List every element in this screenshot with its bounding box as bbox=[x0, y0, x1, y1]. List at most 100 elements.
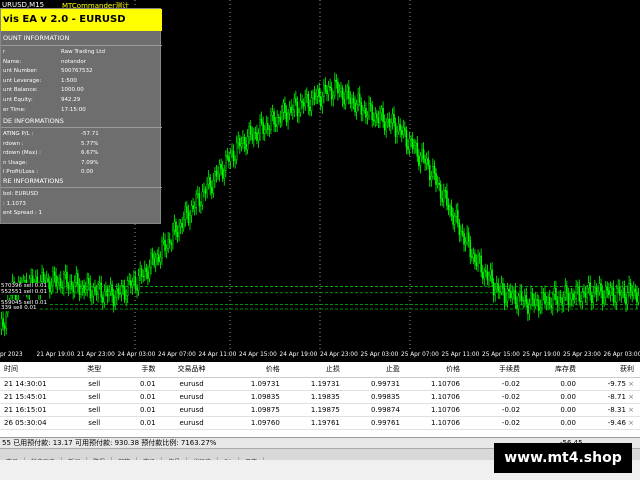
candle-body bbox=[332, 95, 335, 100]
candle-body bbox=[254, 132, 257, 134]
candle-body bbox=[304, 96, 307, 107]
candle-body bbox=[628, 283, 630, 293]
close-order-icon[interactable]: × bbox=[626, 393, 634, 401]
table-cell: 1.10706 bbox=[405, 377, 466, 391]
candle-body bbox=[101, 297, 104, 303]
candle-body bbox=[98, 282, 101, 285]
table-cell: 1.09731 bbox=[221, 377, 286, 391]
candle-body bbox=[486, 271, 489, 281]
candle-body bbox=[372, 119, 375, 122]
sell-order-label: 552551 sell 0.01 bbox=[0, 288, 49, 295]
candle-body bbox=[78, 284, 81, 295]
candle-body bbox=[156, 254, 159, 259]
candle-body bbox=[158, 254, 160, 263]
candle-body bbox=[333, 80, 336, 96]
table-row[interactable]: 21 16:15:01 sell 0.01 eurusd 1.09875 1.19875 0… bbox=[0, 403, 640, 417]
candle-body bbox=[564, 285, 567, 298]
candle-body bbox=[91, 295, 93, 298]
candle-body bbox=[629, 283, 632, 292]
candle-body bbox=[215, 171, 218, 177]
candle-body bbox=[162, 239, 165, 242]
account-value: 942.29 bbox=[61, 97, 81, 103]
trade-value: 6.67% bbox=[81, 150, 99, 157]
table-cell: 0.00 bbox=[526, 416, 582, 430]
table-cell: -0.02 bbox=[465, 377, 527, 391]
column-header: 库存费 bbox=[526, 362, 582, 378]
price-info-row: ent Spread : 1 bbox=[3, 210, 42, 217]
candle-body bbox=[58, 278, 60, 283]
candle-body bbox=[200, 204, 202, 207]
candle-body bbox=[172, 229, 174, 245]
candle-body bbox=[340, 88, 342, 92]
candle-body bbox=[105, 288, 107, 292]
candle-body bbox=[438, 183, 440, 185]
candle-body bbox=[358, 93, 361, 103]
close-order-icon[interactable]: × bbox=[626, 406, 634, 414]
table-cell: 1.19835 bbox=[285, 390, 346, 404]
candle-body bbox=[52, 271, 54, 286]
table-cell: -8.31 × bbox=[581, 403, 640, 417]
trade-info-header: DE INFORMATIONS bbox=[3, 117, 64, 125]
candle-body bbox=[405, 130, 408, 147]
candle-body bbox=[592, 292, 595, 303]
candle-body bbox=[276, 116, 278, 127]
trade-value: 0.00 bbox=[81, 169, 94, 176]
candle-body bbox=[360, 102, 363, 115]
time-axis-tick: 24 Apr 15:00 bbox=[239, 352, 277, 358]
candle-body bbox=[24, 280, 26, 282]
close-order-icon[interactable]: × bbox=[626, 380, 634, 388]
orders-table: 时间 类型 手数 交易品种 价格 止损 止盈 价格 手续费 库存费 获利 21 14:30:01 se… bbox=[0, 362, 640, 430]
candle-body bbox=[502, 283, 504, 289]
time-axis-tick: 21 Apr 23:00 bbox=[77, 352, 115, 358]
table-row[interactable]: 21 15:45:01 sell 0.01 eurusd 1.09835 1.19835 0… bbox=[0, 390, 640, 404]
candle-body bbox=[257, 133, 260, 141]
candle-body bbox=[394, 122, 397, 137]
account-value: 1:500 bbox=[61, 77, 77, 84]
candle-body bbox=[632, 288, 635, 296]
candle-body bbox=[466, 232, 468, 243]
candle-body bbox=[173, 221, 176, 231]
candle-body bbox=[366, 115, 369, 118]
candle-body bbox=[237, 138, 240, 144]
candle-body bbox=[572, 293, 574, 300]
candle-body bbox=[485, 270, 487, 273]
candle-body bbox=[555, 287, 557, 300]
candle-body bbox=[488, 275, 490, 281]
candle-body bbox=[590, 295, 593, 303]
time-axis-tick: 25 Apr 11:00 bbox=[441, 352, 480, 358]
candle-body bbox=[92, 287, 95, 297]
candle-body bbox=[447, 205, 450, 210]
candle-body bbox=[245, 143, 247, 150]
table-row[interactable]: 26 05:30:04 sell 0.01 eurusd 1.09760 1.19761 0… bbox=[0, 416, 640, 430]
candle-body bbox=[59, 278, 62, 288]
candle-body bbox=[145, 267, 148, 272]
candle-body bbox=[542, 292, 545, 294]
candle-body bbox=[494, 288, 496, 296]
table-cell: 0.99874 bbox=[345, 403, 406, 417]
candle-body bbox=[374, 113, 377, 122]
candle-body bbox=[399, 123, 401, 131]
table-row[interactable]: 21 14:30:01 sell 0.01 eurusd 1.09731 1.19731 0… bbox=[0, 377, 640, 391]
candle-body bbox=[192, 205, 194, 209]
candle-body bbox=[354, 102, 356, 113]
table-cell: 21 14:30:01 bbox=[0, 377, 69, 391]
candle-body bbox=[369, 103, 372, 106]
trade-value: 7.09% bbox=[81, 159, 99, 166]
table-cell: 1.19731 bbox=[285, 377, 346, 391]
candle-body bbox=[260, 119, 263, 123]
close-order-icon[interactable]: × bbox=[626, 419, 634, 427]
candle-body bbox=[265, 123, 268, 130]
candle-body bbox=[198, 193, 201, 207]
candle-body bbox=[313, 92, 316, 100]
candle-body bbox=[435, 172, 437, 185]
price-chart[interactable]: URUSD,M15 MTCommander测计 570396 sell 0.01… bbox=[0, 0, 640, 362]
candle-body bbox=[477, 255, 479, 267]
account-label: r bbox=[3, 49, 6, 55]
candle-body bbox=[606, 286, 609, 291]
account-value: notandor bbox=[61, 58, 86, 65]
candle-body bbox=[400, 130, 403, 135]
candle-body bbox=[232, 150, 235, 162]
candle-body bbox=[329, 86, 331, 89]
candle-body bbox=[0, 318, 3, 330]
candle-body bbox=[94, 287, 96, 292]
